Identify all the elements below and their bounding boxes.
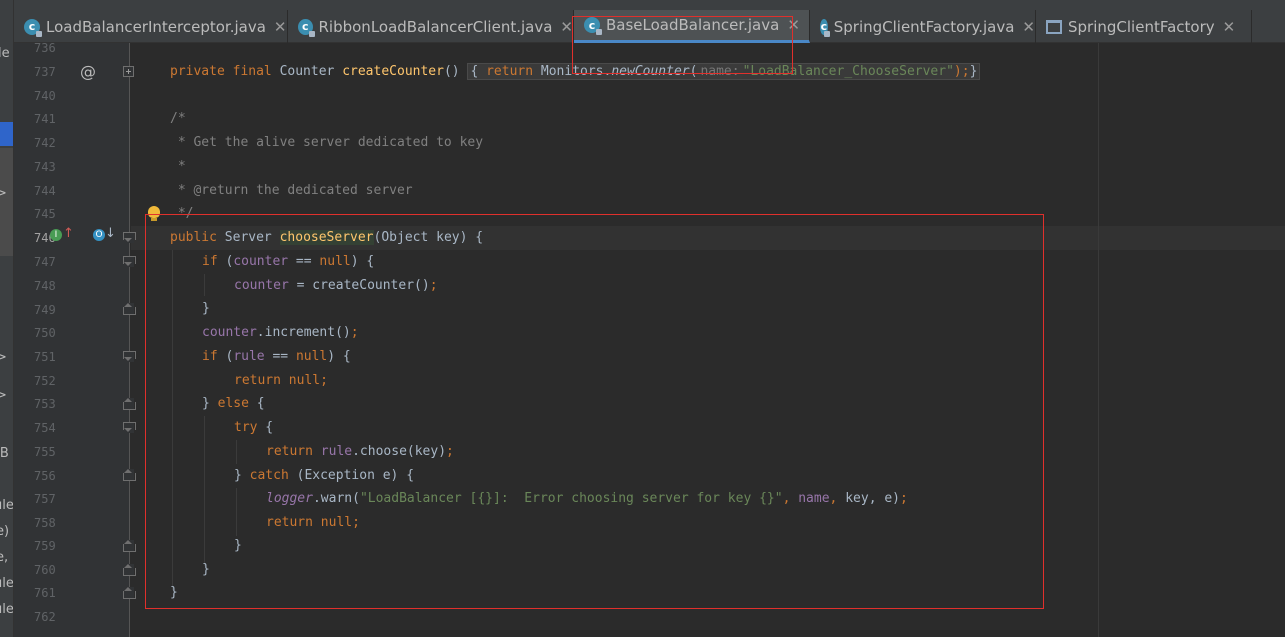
line-number: 736 (34, 41, 56, 55)
tab-ribbon-load-balancer-client[interactable]: c RibbonLoadBalancerClient.java ✕ (288, 10, 574, 43)
panel-text-fragment: ule (0, 602, 14, 617)
structure-icon (1046, 19, 1062, 34)
brace-open: { (470, 64, 487, 79)
line-number: 759 (34, 539, 56, 553)
line-number: 749 (34, 303, 56, 317)
line-number: 750 (34, 326, 56, 340)
line-number: 740 (34, 89, 56, 103)
kw-return: return (486, 64, 541, 79)
line-number: 751 (34, 350, 56, 364)
code-line-744[interactable]: * @return the dedicated server (170, 179, 413, 203)
line-number: 762 (34, 610, 56, 624)
implements-icon[interactable]: I (50, 229, 62, 241)
line-number: 743 (34, 160, 56, 174)
code-line-743[interactable]: * (170, 155, 186, 179)
stmt-end: ); (953, 64, 970, 79)
arrow-up-icon[interactable]: ↑ (63, 226, 74, 241)
fold-collapse-icon[interactable] (123, 351, 136, 362)
line-number: 745 (34, 207, 56, 221)
overridden-icon[interactable]: O (93, 229, 105, 241)
brace-close: } (969, 64, 978, 79)
line-number: 760 (34, 563, 56, 577)
tab-label: LoadBalancerInterceptor.java (46, 17, 266, 36)
close-icon[interactable]: ✕ (1223, 18, 1236, 36)
line-number: 741 (34, 112, 56, 126)
tab-spring-client-factory-structure[interactable]: SpringClientFactory ✕ (1036, 10, 1252, 43)
tab-spring-client-factory-java[interactable]: c SpringClientFactory.java ✕ (810, 10, 1036, 43)
annotation-at-icon[interactable]: @ (80, 62, 96, 81)
fold-end-icon[interactable] (123, 564, 136, 576)
panel-text-fragment: e, (0, 550, 9, 565)
line-number: 752 (34, 374, 56, 388)
close-icon[interactable]: ✕ (1022, 18, 1035, 36)
line-number: 756 (34, 469, 56, 483)
line-number: 757 (34, 492, 56, 506)
method-create-counter: createCounter (342, 64, 444, 79)
close-icon[interactable]: ✕ (274, 18, 287, 36)
tab-load-balancer-interceptor[interactable]: c LoadBalancerInterceptor.java ✕ (14, 10, 288, 43)
highlight-box-method (145, 214, 1044, 609)
class-icon: c (24, 18, 42, 37)
fold-expand-icon[interactable] (123, 66, 134, 77)
panel-text-fragment: > (0, 186, 7, 201)
panel-text-fragment: e) (0, 524, 10, 539)
tab-label: SpringClientFactory.java (833, 17, 1015, 36)
arrow-down-icon[interactable]: ↓ (105, 226, 116, 241)
fold-end-icon[interactable] (123, 587, 136, 599)
fold-end-icon[interactable] (123, 469, 136, 481)
line-number: 755 (34, 445, 56, 459)
line-number: 754 (34, 421, 56, 435)
highlight-box-tab (572, 16, 793, 74)
panel-scroll-region (0, 148, 13, 256)
fold-collapse-icon[interactable] (123, 256, 136, 267)
code-line-741[interactable]: /* (170, 107, 186, 131)
fold-end-icon[interactable] (123, 540, 136, 552)
line-number: 747 (34, 255, 56, 269)
class-icon: c (820, 18, 830, 37)
fold-collapse-icon[interactable] (123, 422, 136, 433)
paren: () (443, 64, 460, 79)
line-number: 761 (34, 586, 56, 600)
tab-label: RibbonLoadBalancerClient.java (318, 17, 553, 36)
panel-text-fragment: JB (0, 446, 9, 461)
tab-label: SpringClientFactory (1068, 17, 1215, 36)
class-icon: c (298, 18, 314, 37)
line-number: 744 (34, 184, 56, 198)
panel-text-fragment: > (0, 350, 7, 365)
project-panel-edge[interactable]: le > > > JB ule e) e, ule ule (0, 0, 14, 637)
fold-collapse-icon[interactable] (123, 232, 136, 243)
line-number: 753 (34, 397, 56, 411)
panel-text-fragment: le (0, 46, 10, 61)
selected-row-highlight (0, 122, 13, 146)
line-number: 748 (34, 279, 56, 293)
panel-text-fragment: ule (0, 576, 14, 591)
right-margin-guide (1098, 43, 1099, 637)
line-number: 742 (34, 136, 56, 150)
fold-end-icon[interactable] (123, 303, 136, 315)
panel-text-fragment: > (0, 388, 7, 403)
editor-gutter[interactable]: 736 737 740 741 742 743 744 745 746 747 … (14, 41, 136, 637)
toolbar-strip (14, 0, 1285, 10)
panel-text-fragment: ule (0, 498, 14, 513)
fold-end-icon[interactable] (123, 398, 136, 410)
line-number: 758 (34, 516, 56, 530)
code-line-742[interactable]: * Get the alive server dedicated to key (170, 131, 483, 155)
kw-private-final: private final (170, 64, 280, 79)
type-counter: Counter (279, 64, 343, 79)
line-number: 737 (34, 65, 56, 79)
